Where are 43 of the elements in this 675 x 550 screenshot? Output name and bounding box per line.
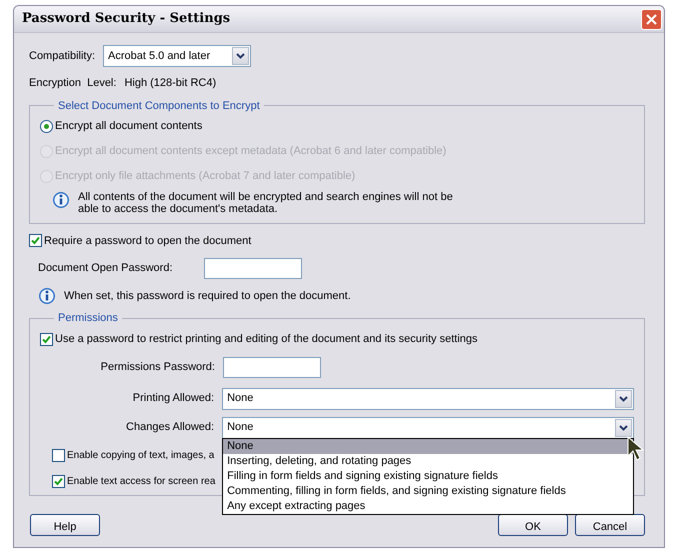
close-icon [645, 12, 658, 26]
field-label: Compatibility: [29, 48, 95, 64]
checkbox-label[interactable]: Enable copying of text, images, a [67, 448, 214, 462]
chevron-down-icon [619, 424, 628, 430]
list-option[interactable]: Commenting, filling in form fields, and signing existing signature fields [223, 484, 633, 498]
radio-button[interactable] [40, 120, 53, 132]
checkbox-label[interactable]: Use a password to restrict printing and editing of the document and its security settings [55, 331, 478, 348]
info-icon [38, 287, 56, 305]
dialog-button[interactable]: Help [30, 514, 100, 536]
list-option[interactable]: Inserting, deleting, and rotating pages [223, 454, 633, 468]
checkbox-label[interactable]: Require a password to open the document [44, 232, 252, 249]
radio-label: Encrypt all document contents except metadata (Acrobat 6 and later compatible) [55, 144, 446, 159]
field-label: Permissions Password: [100, 360, 215, 375]
dropdown[interactable]: None [222, 388, 634, 410]
chevron-down-icon [236, 53, 245, 59]
dialog-button[interactable]: Cancel [575, 514, 645, 536]
field-label: Document Open Password: [38, 261, 174, 276]
radio-label[interactable]: Encrypt all document contents [55, 118, 202, 134]
checkbox[interactable] [52, 474, 65, 488]
dialog-button[interactable]: OK [498, 514, 568, 536]
group-title: Select Document Components to Encrypt [57, 98, 261, 112]
window-title: Password Security - Settings [22, 10, 230, 28]
field-label: Encryption Level: [29, 76, 116, 91]
info-icon [52, 190, 70, 208]
radio-label: Encrypt only file attachments (Acrobat 7 and later compatible) [55, 168, 356, 184]
password-field[interactable] [223, 356, 321, 378]
info-text: When set, this password is required to open the document. [64, 288, 351, 304]
list-option[interactable]: Filling in form fields and signing existing signature fields [223, 468, 633, 484]
checkbox[interactable] [52, 448, 65, 462]
chevron-down-icon [619, 396, 628, 402]
checkbox-label[interactable]: Enable text access for screen rea [67, 474, 216, 488]
checkbox[interactable] [29, 234, 42, 248]
list-option[interactable]: None [223, 438, 633, 454]
info-text: All contents of the document will be encrypted and search engines will not be able to access the document's metadata. [78, 190, 454, 214]
dropdown[interactable]: Acrobat 5.0 and later [103, 45, 251, 67]
checkbox[interactable] [40, 332, 53, 346]
password-field[interactable] [204, 258, 302, 279]
close-button[interactable] [641, 8, 662, 30]
field-label: Printing Allowed: [132, 391, 214, 406]
list-option[interactable]: Any except extracting pages [223, 498, 633, 514]
field-label: Changes Allowed: [125, 420, 214, 436]
group-title: Permissions [57, 311, 119, 325]
field-value: High (128-bit RC4) [124, 76, 216, 91]
